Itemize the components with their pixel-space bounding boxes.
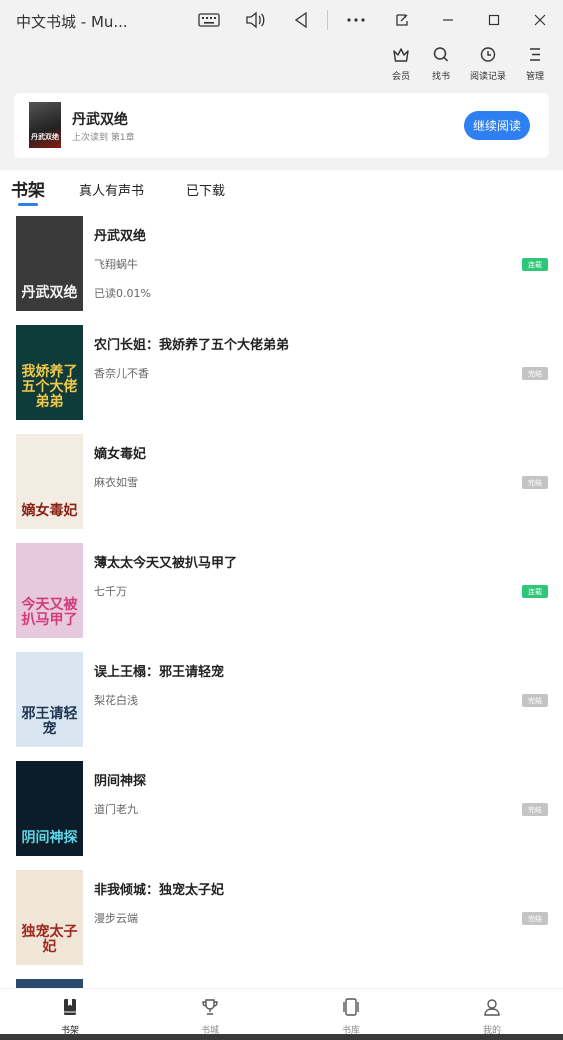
book-progress: 已读0.01%: [94, 287, 151, 300]
cover-title: 今天又被扒马甲了: [21, 597, 78, 628]
find-book-button[interactable]: 找书: [419, 46, 463, 82]
cover-title: 我娇养了五个大佬弟弟: [21, 364, 78, 410]
status-badge: 完结: [522, 694, 548, 707]
trophy-icon: [200, 997, 220, 1021]
book-cover: 嫡女毒妃: [16, 434, 83, 529]
book-title: 农门长姐：我娇养了五个大佬弟弟: [94, 338, 290, 353]
status-badge: 完结: [522, 803, 548, 816]
book-author: 七千万: [94, 585, 127, 598]
book-cover: [16, 979, 83, 988]
tab-downloaded[interactable]: 已下载: [186, 180, 225, 199]
book-cover: 阴间神探: [16, 761, 83, 856]
user-icon: [482, 997, 502, 1021]
book-item[interactable]: 丹武双绝 丹武双绝 飞翔蜗牛 已读0.01% 连载: [0, 208, 563, 317]
volume-icon[interactable]: [243, 8, 267, 32]
book-author: 麻衣如雪: [94, 476, 138, 489]
shelf-tabs: 书架 真人有声书 已下载: [0, 170, 563, 208]
vip-button[interactable]: 会员: [379, 46, 423, 82]
status-badge: 连载: [522, 585, 548, 598]
recent-cover-title: 丹武双绝: [31, 132, 59, 141]
cover-title: 嫡女毒妃: [21, 503, 78, 519]
book-title: 薄太太今天又被扒马甲了: [94, 556, 238, 571]
maximize-icon[interactable]: [482, 8, 506, 32]
book-item[interactable]: 独宠太子妃 非我倾城：独宠太子妃 漫步云端 完结: [0, 862, 563, 971]
book-item[interactable]: 邪王请轻宠 误上王榻：邪王请轻宠 梨花白浅 完结: [0, 644, 563, 753]
recent-book-progress: 上次读到 第1章: [72, 133, 135, 143]
crown-icon: [392, 46, 410, 67]
status-badge: 完结: [522, 476, 548, 489]
bottom-navigation: 书架 书城 书库 我的: [0, 988, 563, 1036]
book-item[interactable]: 我娇养了五个大佬弟弟 农门长姐：我娇养了五个大佬弟弟 香奈儿不香 完结: [0, 317, 563, 426]
status-badge: 完结: [522, 367, 548, 380]
book-cover: 今天又被扒马甲了: [16, 543, 83, 638]
recent-book-cover: 丹武双绝: [29, 102, 61, 148]
book-title: 丹武双绝: [94, 229, 147, 244]
close-icon[interactable]: [528, 8, 552, 32]
recent-reading-card[interactable]: 丹武双绝 丹武双绝 上次读到 第1章 继续阅读: [14, 93, 549, 158]
status-badge: 完结: [522, 912, 548, 925]
book-author: 梨花白浅: [94, 694, 138, 707]
book-cover: 邪王请轻宠: [16, 652, 83, 747]
book-title: 误上王榻：邪王请轻宠: [94, 665, 225, 680]
manage-icon: [526, 46, 544, 67]
book-author: 香奈儿不香: [94, 367, 149, 380]
active-tab-indicator: [18, 203, 38, 206]
minimize-icon[interactable]: [436, 8, 460, 32]
book-title: 嫡女毒妃: [94, 447, 147, 462]
clock-icon: [479, 46, 497, 67]
cover-title: 独宠太子妃: [21, 924, 78, 955]
book-title: 非我倾城：独宠太子妃: [94, 883, 225, 898]
back-triangle-icon[interactable]: [289, 8, 313, 32]
tab-bookshelf[interactable]: 书架: [11, 176, 45, 201]
book-author: 道门老九: [94, 803, 138, 816]
cover-title: 邪王请轻宠: [21, 706, 78, 737]
find-book-label: 找书: [431, 72, 450, 82]
titlebar-divider: [327, 10, 328, 30]
manage-label: 管理: [525, 72, 544, 82]
keyboard-icon[interactable]: [197, 8, 221, 32]
library-icon: [341, 997, 361, 1021]
search-icon: [432, 46, 450, 67]
manage-button[interactable]: 管理: [513, 46, 557, 82]
continue-reading-button[interactable]: 继续阅读: [464, 111, 530, 140]
book-list: 丹武双绝 丹武双绝 飞翔蜗牛 已读0.01% 连载 我娇养了五个大佬弟弟 农门长…: [0, 208, 563, 988]
cover-title: 丹武双绝: [21, 285, 78, 301]
cover-title: 阴间神探: [21, 830, 78, 846]
vip-label: 会员: [391, 72, 410, 82]
book-cover: 独宠太子妃: [16, 870, 83, 965]
status-badge: 连载: [522, 258, 548, 271]
window-titlebar: 中文书城 - Mu...: [0, 0, 563, 40]
book-title: 阴间神探: [94, 774, 147, 789]
popout-icon[interactable]: [390, 8, 414, 32]
nav-profile[interactable]: 我的: [467, 997, 517, 1036]
bookshelf-icon: [60, 997, 80, 1021]
more-icon[interactable]: [344, 8, 368, 32]
book-item[interactable]: 嫡女毒妃 嫡女毒妃 麻衣如雪 完结: [0, 426, 563, 535]
book-item[interactable]: 今天又被扒马甲了 薄太太今天又被扒马甲了 七千万 连载: [0, 535, 563, 644]
book-author: 漫步云端: [94, 912, 138, 925]
book-item-partial[interactable]: [0, 971, 563, 988]
book-author: 飞翔蜗牛: [94, 258, 138, 271]
book-item[interactable]: 阴间神探 阴间神探 道门老九 完结: [0, 753, 563, 862]
reading-history-label: 阅读记录: [469, 72, 506, 82]
recent-book-title: 丹武双绝: [72, 112, 128, 128]
system-bottom-strip: [0, 1034, 563, 1040]
nav-library[interactable]: 书库: [326, 997, 376, 1036]
book-cover: 丹武双绝: [16, 216, 83, 311]
nav-bookstore[interactable]: 书城: [185, 997, 235, 1036]
book-cover: 我娇养了五个大佬弟弟: [16, 325, 83, 420]
reading-history-button[interactable]: 阅读记录: [466, 46, 510, 82]
tab-audiobooks[interactable]: 真人有声书: [79, 180, 144, 199]
nav-bookshelf[interactable]: 书架: [45, 997, 95, 1036]
window-title: 中文书城 - Mu...: [16, 13, 128, 31]
